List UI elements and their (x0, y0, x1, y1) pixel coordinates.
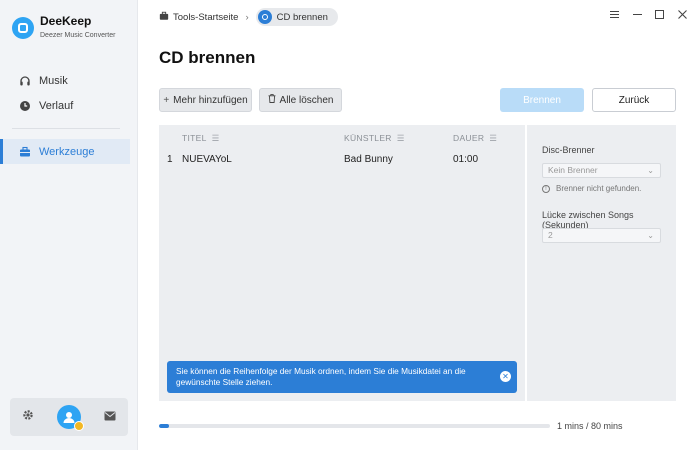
sidebar-item-werkzeuge[interactable]: Werkzeuge (0, 139, 130, 164)
toolbox-icon (18, 145, 32, 159)
back-button[interactable]: Zurück (592, 88, 676, 112)
track-table: TITEL ☰ KÜNSTLER ☰ DAUER ☰ 1 NUEVAYoL Bad B… (159, 125, 525, 401)
toolbox-icon (159, 11, 169, 24)
sidebar-item-label: Verlauf (39, 99, 74, 112)
chevron-right-icon: › (245, 11, 249, 23)
reorder-tip-banner: Sie können die Reihenfolge der Musik ord… (167, 361, 517, 393)
breadcrumb-current-label: CD brennen (276, 11, 328, 23)
sort-icon: ☰ (396, 133, 405, 143)
menu-icon[interactable] (607, 9, 621, 23)
sidebar-item-verlauf[interactable]: Verlauf (0, 93, 138, 118)
sidebar-nav-main: Musik Verlauf (0, 68, 138, 118)
app-subtitle: Deezer Music Converter (40, 32, 116, 39)
row-duration: 01:00 (453, 154, 479, 165)
disc-burner-label: Disc-Brenner (542, 145, 595, 155)
burner-hint: ! Brenner nicht gefunden. (542, 184, 641, 193)
tip-text: Sie können die Reihenfolge der Musik ord… (176, 366, 466, 387)
cd-icon (257, 10, 272, 24)
sidebar-bottom-bar (10, 398, 128, 436)
burn-button[interactable]: Brennen (500, 88, 584, 112)
sidebar-item-musik[interactable]: Musik (0, 68, 138, 93)
headphones-icon (18, 74, 32, 88)
minimize-icon[interactable] (630, 9, 644, 23)
page-title: CD brennen (159, 48, 256, 67)
add-more-label: Mehr hinzufügen (173, 94, 248, 106)
breadcrumb-current: CD brennen (255, 8, 338, 26)
sidebar-item-label: Werkzeuge (39, 145, 95, 158)
capacity-progress-bar (159, 424, 550, 428)
maximize-icon[interactable] (652, 9, 666, 23)
row-artist: Bad Bunny (344, 154, 393, 165)
burn-label: Brennen (523, 94, 561, 106)
plus-icon: + (163, 94, 170, 106)
sort-icon: ☰ (211, 133, 220, 143)
back-label: Zurück (618, 94, 650, 106)
disc-burner-select[interactable]: Kein Brenner ⌄ (542, 163, 661, 178)
row-title: NUEVAYoL (182, 154, 232, 165)
breadcrumb-home[interactable]: Tools-Startseite (173, 12, 238, 23)
mail-icon[interactable] (104, 408, 116, 426)
close-icon[interactable] (675, 9, 689, 23)
premium-badge-icon (73, 421, 84, 431)
column-header-artist[interactable]: KÜNSTLER ☰ (344, 133, 405, 144)
column-header-duration[interactable]: DAUER ☰ (453, 133, 497, 144)
gap-select[interactable]: 2 ⌄ (542, 228, 661, 243)
sidebar-item-label: Musik (39, 74, 68, 87)
gear-icon[interactable] (22, 408, 34, 426)
chevron-down-icon: ⌄ (647, 231, 654, 240)
row-index: 1 (167, 154, 173, 165)
chevron-down-icon: ⌄ (647, 166, 654, 175)
sidebar-nav-tools: Werkzeuge (0, 139, 138, 164)
capacity-text: 1 mins / 80 mins (557, 421, 623, 431)
sidebar: DeeKeep Deezer Music Converter Musik Ver… (0, 0, 138, 450)
capacity-progress-fill (159, 424, 169, 428)
delete-all-label: Alle löschen (279, 94, 334, 106)
app-name: DeeKeep (40, 14, 92, 28)
close-icon[interactable]: ✕ (500, 371, 511, 382)
breadcrumb: Tools-Startseite › CD brennen (159, 8, 338, 26)
clock-icon (18, 99, 32, 113)
avatar[interactable] (56, 405, 84, 431)
app-logo-icon (12, 16, 34, 39)
trash-icon (268, 94, 276, 106)
info-icon: ! (542, 184, 550, 193)
add-more-button[interactable]: + Mehr hinzufügen (159, 88, 252, 112)
delete-all-button[interactable]: Alle löschen (259, 88, 342, 112)
sidebar-divider (12, 128, 120, 129)
brand: DeeKeep Deezer Music Converter (12, 14, 115, 41)
column-header-title[interactable]: TITEL ☰ (182, 133, 220, 144)
sort-icon: ☰ (489, 133, 498, 143)
gap-label: Lücke zwischen Songs (Sekunden) (542, 210, 634, 230)
burn-settings-panel: Disc-Brenner Kein Brenner ⌄ ! Brenner ni… (527, 125, 676, 401)
